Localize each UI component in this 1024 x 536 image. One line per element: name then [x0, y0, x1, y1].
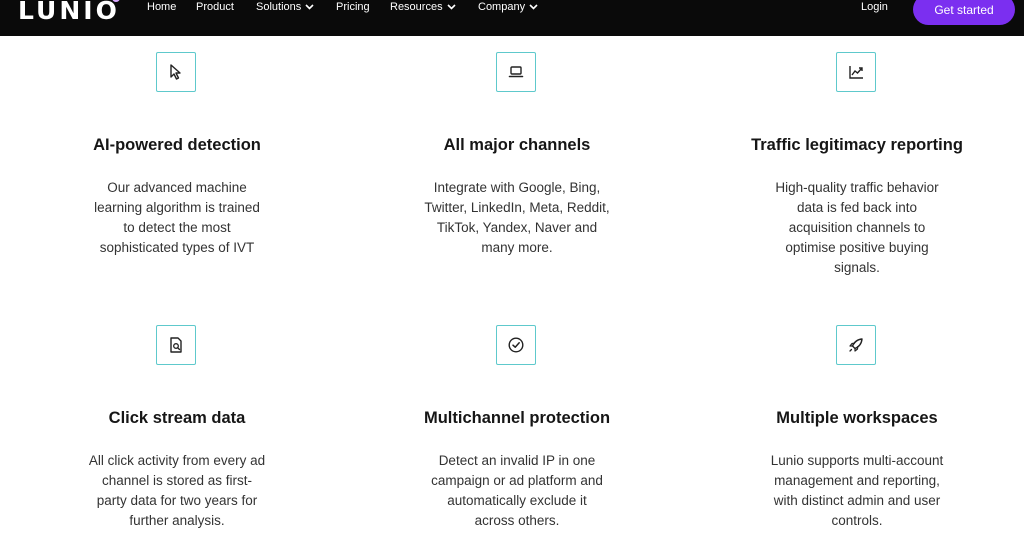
feature-description: Lunio supports multi-account management … — [770, 453, 944, 528]
feature-title: All major channels — [443, 136, 591, 154]
rocket-icon — [849, 338, 863, 352]
feature-description: Integrate with Google, Bing, Twitter, Li… — [424, 180, 610, 255]
cursor-icon — [170, 64, 181, 80]
feature-icon-box — [156, 325, 196, 365]
nav-company-label: Company — [478, 1, 526, 13]
nav-resources-dropdown[interactable]: Resources — [390, 1, 456, 13]
feature-description: All click activity from every ad channel… — [88, 453, 266, 528]
nav-company-dropdown[interactable]: Company — [478, 1, 538, 13]
document-search-icon — [170, 337, 182, 353]
trend-chart-icon — [849, 66, 863, 79]
chevron-down-icon — [305, 4, 314, 10]
feature-title: AI-powered detection — [93, 136, 261, 154]
feature-title: Click stream data — [108, 409, 246, 427]
feature-icon-box — [496, 52, 536, 92]
nav-home-link[interactable]: Home — [147, 1, 176, 13]
nav-product-label: Product — [196, 1, 234, 13]
feature-icon-box — [836, 52, 876, 92]
feature-description: Detect an invalid IP in one campaign or … — [431, 453, 603, 528]
laptop-icon — [508, 66, 524, 78]
lunio-logo[interactable]: LUNIO — [18, 0, 120, 25]
feature-description: Our advanced machine learning algorithm … — [94, 180, 260, 255]
feature-title: Multichannel protection — [423, 409, 611, 427]
top-navbar: LUNIO Home Product Solutions Pricing Res… — [0, 0, 1024, 36]
get-started-button[interactable]: Get started — [913, 0, 1015, 25]
chevron-down-icon — [447, 4, 456, 10]
feature-title: Multiple workspaces — [776, 409, 938, 427]
login-link[interactable]: Login — [861, 1, 888, 13]
feature-icon-box — [836, 325, 876, 365]
nav-home-label: Home — [147, 1, 177, 13]
nav-product-link[interactable]: Product — [196, 1, 234, 13]
check-circle-icon — [508, 337, 524, 353]
nav-resources-label: Resources — [390, 1, 443, 13]
nav-solutions-label: Solutions — [256, 1, 302, 13]
nav-pricing-link[interactable]: Pricing — [336, 1, 370, 13]
feature-title: Traffic legitimacy reporting — [751, 136, 963, 154]
nav-solutions-dropdown[interactable]: Solutions — [256, 1, 314, 13]
feature-icon-box — [156, 52, 196, 92]
nav-pricing-label: Pricing — [336, 1, 370, 13]
chevron-down-icon — [529, 4, 538, 10]
feature-description: High-quality traffic behavior data is fe… — [775, 180, 939, 275]
feature-icon-box — [496, 325, 536, 365]
